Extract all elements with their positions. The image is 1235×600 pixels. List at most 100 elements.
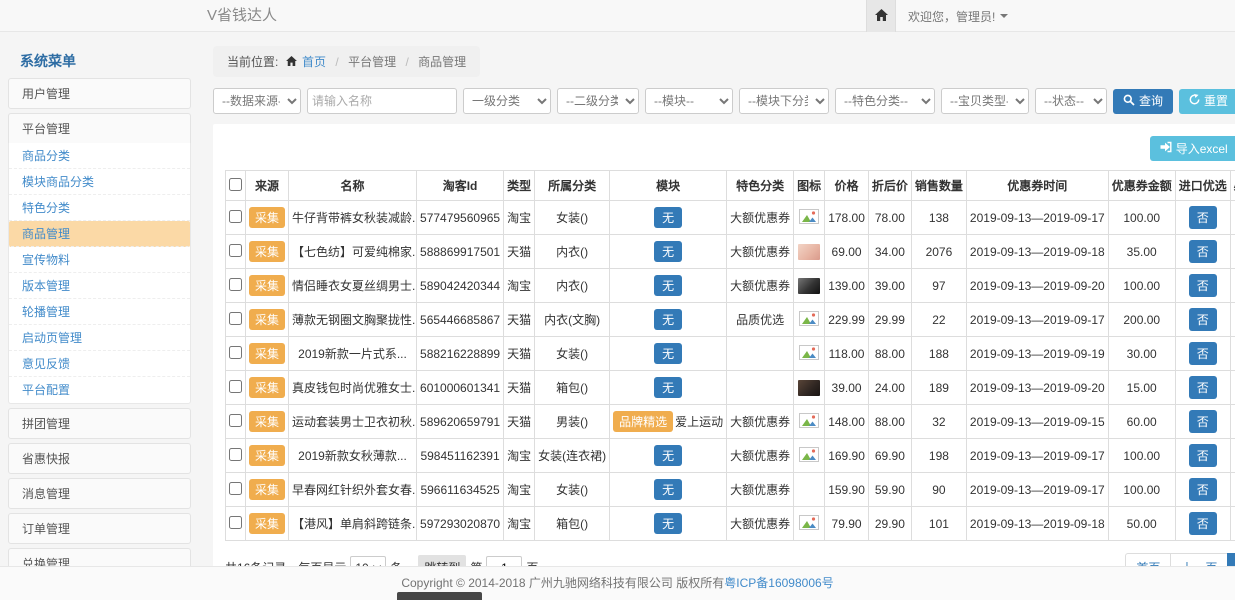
page-button-0[interactable]: 首页 [1125,553,1171,566]
import-select-toggle[interactable]: 否 [1189,274,1217,297]
jump-page-input[interactable] [486,556,522,567]
row-checkbox-cell [226,507,246,541]
item-type-select[interactable]: --宝贝类型-- [941,88,1029,114]
module-badge: 无 [654,275,682,296]
coupon-amount-cell: 35.00 [1108,235,1175,269]
icon-cell [794,269,825,303]
taoke-id-cell: 596611634525 [417,473,504,507]
product-name: 情侣睡衣女夏丝绸男士... [289,269,417,303]
jump-button[interactable]: 跳转到 [418,555,466,566]
row-checkbox[interactable] [229,346,242,359]
import-excel-button[interactable]: 导入excel [1150,136,1235,161]
icp-link[interactable]: 粤ICP备16098006号 [724,576,833,590]
status-artifact [397,592,482,600]
row-checkbox-cell [226,269,246,303]
header-checkbox-cell [226,171,246,201]
status-select[interactable]: --状态-- [1035,88,1107,114]
search-icon [1123,94,1135,109]
coupon-amount-cell: 200.00 [1108,303,1175,337]
import-select-toggle-cell: 否 [1175,337,1230,371]
module-cell: 无 [610,303,727,337]
sidebar-item-2[interactable]: 特色分类 [9,195,190,221]
source-cell: 采集 [246,235,289,269]
column-header-11: 优惠券时间 [966,171,1108,201]
row-checkbox-cell [226,201,246,235]
sidebar-group-0[interactable]: 用户管理 [8,78,191,109]
import-select-toggle[interactable]: 否 [1189,376,1217,399]
import-select-toggle[interactable]: 否 [1189,512,1217,535]
feature-category-select[interactable]: --特色分类-- [835,88,935,114]
breadcrumb-home-link[interactable]: 首页 [302,55,326,69]
sidebar: 系统菜单 用户管理平台管理商品分类模块商品分类特色分类商品管理宣传物料版本管理轮… [8,46,191,566]
sidebar-item-0[interactable]: 商品分类 [9,143,190,169]
page-button-2[interactable]: 1 [1227,553,1235,566]
row-checkbox[interactable] [229,244,242,257]
page-button-1[interactable]: 上一页 [1170,553,1228,566]
sidebar-item-9[interactable]: 平台配置 [9,377,190,403]
refresh-icon [1189,94,1200,108]
sidebar-item-8[interactable]: 意见反馈 [9,351,190,377]
search-button[interactable]: 查询 [1113,89,1173,114]
source-badge: 采集 [249,241,285,262]
coupon-amount-cell: 60.00 [1108,405,1175,439]
taoke-id-cell: 588216228899 [417,337,504,371]
row-checkbox[interactable] [229,516,242,529]
row-checkbox[interactable] [229,380,242,393]
feature-category-cell: 大额优惠券 [727,405,794,439]
sidebar-group-6[interactable]: 兑换管理 [8,548,191,566]
row-checkbox[interactable] [229,414,242,427]
source-badge: 采集 [249,309,285,330]
coupon-time-cell: 2019-09-13—2019-09-17 [966,201,1108,235]
sidebar-group-2[interactable]: 拼团管理 [8,408,191,439]
sidebar-item-5[interactable]: 版本管理 [9,273,190,299]
module-badge: 无 [654,309,682,330]
price-cell: 169.90 [825,439,869,473]
sidebar-group-5[interactable]: 订单管理 [8,513,191,544]
import-select-toggle[interactable]: 否 [1189,342,1217,365]
sidebar-item-7[interactable]: 启动页管理 [9,325,190,351]
module-cell: 无 [610,337,727,371]
taoke-id-cell: 598451162391 [417,439,504,473]
price-cell: 148.00 [825,405,869,439]
row-checkbox[interactable] [229,482,242,495]
select-all-checkbox[interactable] [229,178,242,191]
name-input[interactable] [307,88,457,114]
sidebar-group-1[interactable]: 平台管理 [8,113,191,143]
table-row: 采集早春网红针织外套女春...596611634525淘宝女装()无大额优惠券1… [226,473,1235,507]
user-menu[interactable]: 欢迎您，管理员! [896,0,1020,32]
sidebar-item-4[interactable]: 宣传物料 [9,247,190,273]
data-source-select[interactable]: --数据来源-- [213,88,301,114]
row-checkbox[interactable] [229,312,242,325]
import-select-toggle[interactable]: 否 [1189,410,1217,433]
module-select[interactable]: --模块-- [645,88,733,114]
discount-price-cell: 69.90 [868,439,911,473]
row-checkbox-cell [226,405,246,439]
module-subcategory-select[interactable]: --模块下分类-- [739,88,829,114]
reset-button[interactable]: 重置 [1179,89,1235,114]
sidebar-item-1[interactable]: 模块商品分类 [9,169,190,195]
sidebar-item-6[interactable]: 轮播管理 [9,299,190,325]
breadcrumb: 当前位置: 首页 / 平台管理 / 商品管理 [213,46,480,77]
sidebar-group-4[interactable]: 消息管理 [8,478,191,509]
category-cell: 内衣() [535,269,610,303]
sidebar-item-3[interactable]: 商品管理 [9,221,190,247]
product-name: 早春网红针织外套女春... [289,473,417,507]
level2-category-select[interactable]: --二级分类-- [557,88,639,114]
jump-suffix: 页 [526,559,538,566]
import-select-toggle[interactable]: 否 [1189,308,1217,331]
row-checkbox[interactable] [229,210,242,223]
feature-category-cell: 大额优惠券 [727,473,794,507]
per-page-select[interactable]: 10 [350,556,386,567]
import-select-toggle[interactable]: 否 [1189,444,1217,467]
row-checkbox[interactable] [229,278,242,291]
sidebar-group-3[interactable]: 省惠快报 [8,443,191,474]
import-select-toggle[interactable]: 否 [1189,206,1217,229]
level1-category-select[interactable]: 一级分类 [463,88,551,114]
column-header-0: 来源 [246,171,289,201]
price-cell: 159.90 [825,473,869,507]
home-button[interactable] [866,0,896,32]
import-select-toggle[interactable]: 否 [1189,478,1217,501]
category-cell: 女装() [535,337,610,371]
import-select-toggle[interactable]: 否 [1189,240,1217,263]
row-checkbox[interactable] [229,448,242,461]
